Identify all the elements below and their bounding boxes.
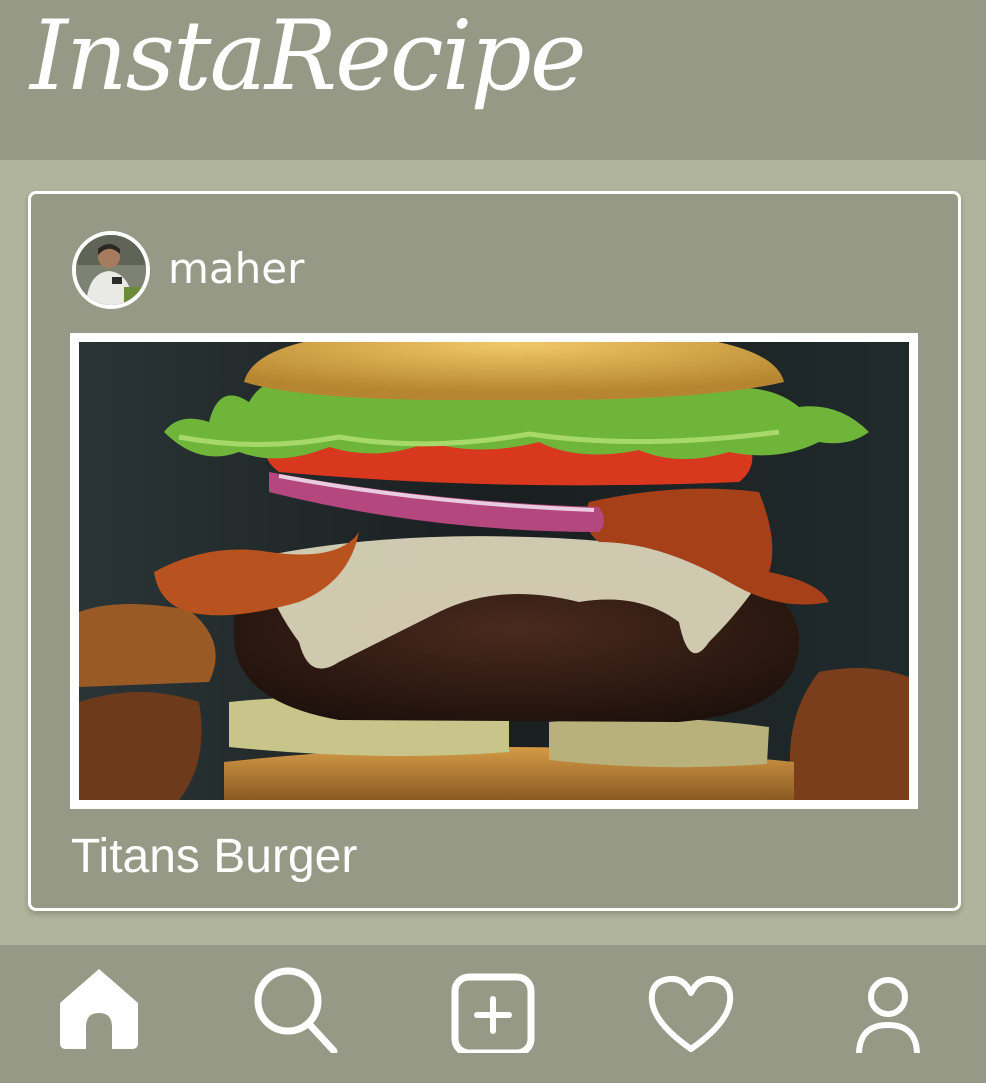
home-icon [60,969,138,1049]
nav-profile-button[interactable] [843,963,933,1058]
nav-add-button[interactable] [449,963,539,1057]
recipe-photo[interactable] [79,342,909,800]
nav-home-button[interactable] [54,963,144,1053]
app-header: InstaRecipe [0,0,986,160]
recipe-title[interactable]: Titans Burger [71,829,357,884]
recipe-photo-frame [70,333,918,809]
nav-search-button[interactable] [250,963,340,1055]
search-icon [254,967,338,1055]
avatar[interactable] [72,231,150,309]
nav-favorites-button[interactable] [646,963,736,1053]
burger-image [79,342,909,800]
post-username[interactable]: maher [168,244,304,293]
app-logo: InstaRecipe [30,0,587,112]
bottom-navigation [0,945,986,1083]
recipe-post-card[interactable]: maher Titans Burger [28,191,961,911]
add-icon [451,973,535,1057]
avatar-image [76,235,146,305]
profile-icon [856,977,920,1058]
heart-icon [648,975,734,1052]
